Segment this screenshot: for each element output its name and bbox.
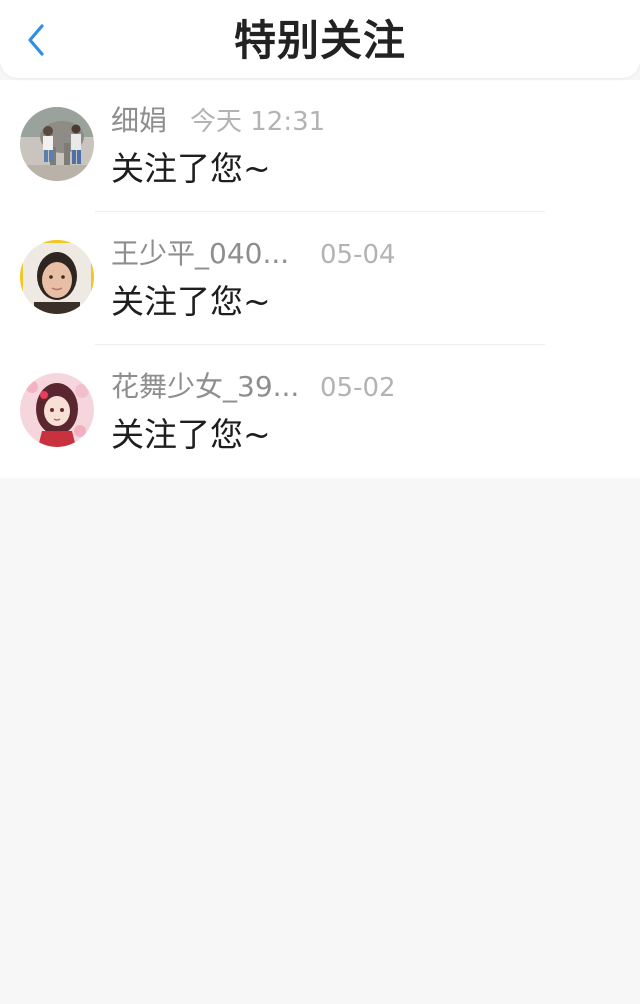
anime-girl-avatar-icon bbox=[20, 373, 94, 447]
follow-message: 关注了您~ bbox=[111, 282, 271, 321]
follow-message: 关注了您~ bbox=[111, 149, 271, 188]
divider bbox=[95, 211, 545, 212]
follower-name: 细娟 bbox=[111, 104, 168, 137]
avatar[interactable] bbox=[20, 373, 94, 447]
follow-time: 05-04 bbox=[320, 240, 396, 270]
follow-time: 今天 12:31 bbox=[190, 107, 326, 137]
follower-name: 王少平_040... bbox=[111, 237, 290, 270]
photo-avatar-icon bbox=[20, 107, 94, 181]
avatar[interactable] bbox=[20, 107, 94, 181]
list-item[interactable]: 花舞少女_39... 05-02 关注了您~ bbox=[0, 346, 640, 478]
follower-list: 细娟 今天 12:31 关注了您~ 王少平_040... 05-04 关注了您~ bbox=[0, 80, 640, 478]
divider bbox=[95, 344, 545, 345]
photo-avatar-icon bbox=[20, 240, 94, 314]
avatar[interactable] bbox=[20, 240, 94, 314]
follow-time: 05-02 bbox=[320, 373, 396, 403]
list-item[interactable]: 细娟 今天 12:31 关注了您~ bbox=[0, 80, 640, 212]
list-item[interactable]: 王少平_040... 05-04 关注了您~ bbox=[0, 213, 640, 345]
follower-name: 花舞少女_39... bbox=[111, 370, 300, 403]
follow-message: 关注了您~ bbox=[111, 415, 271, 454]
top-nav-bar: 特别关注 bbox=[0, 0, 640, 78]
page-title: 特别关注 bbox=[233, 16, 406, 65]
